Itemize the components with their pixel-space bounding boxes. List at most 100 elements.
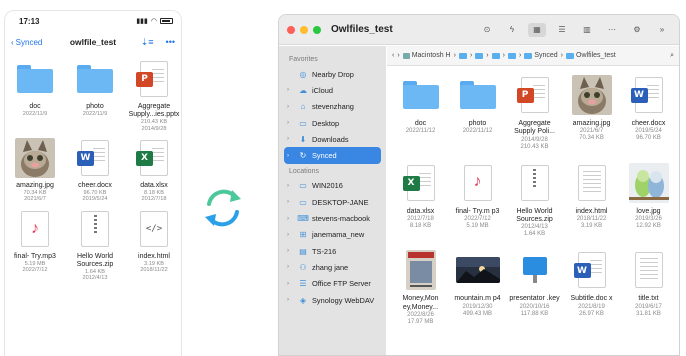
airdrop-icon: ◎ (299, 69, 307, 79)
action-icon[interactable]: ϟ (503, 23, 521, 37)
sidebar-item[interactable]: › ⚇ zhang jane (279, 259, 386, 275)
sidebar-item[interactable]: › ◈ Synology WebDAV (279, 292, 386, 308)
sidebar-item[interactable]: › ▭ DESKTOP-JANE (279, 194, 386, 210)
back-button[interactable]: ‹ Synced (11, 38, 42, 47)
more-options-icon[interactable]: ⋯ (603, 23, 621, 37)
file-item[interactable]: photo 2022/11/9 (65, 59, 125, 132)
file-name: presentator .key (509, 295, 560, 303)
file-item[interactable]: doc 2022/11/9 (5, 59, 65, 132)
sidebar-item[interactable]: › ⌨ stevens-macbook (279, 210, 386, 226)
file-meta: 2012/7/18 (141, 196, 167, 203)
breadcrumb-item[interactable] (475, 52, 484, 59)
account-icon[interactable]: ⊙ (478, 23, 496, 37)
sidebar-item[interactable]: › ⬇ Downloads (279, 131, 386, 147)
list-view-icon[interactable]: ☰ (553, 23, 571, 37)
disclosure-arrow-icon[interactable]: › (287, 87, 294, 93)
file-item[interactable]: title.txt 2019/6/17 31.81 KB (620, 248, 677, 326)
file-name: cheer.docx (631, 120, 666, 127)
file-item[interactable]: Xdata.xlsx 2012/7/18 8.18 KB (392, 161, 449, 239)
file-name: doc (414, 120, 427, 127)
sidebar-item[interactable]: › ▭ Desktop (279, 115, 386, 131)
grid-view-icon[interactable]: ▦ (528, 22, 546, 37)
breadcrumb-item[interactable] (507, 52, 516, 59)
file-meta: 5.19 MB (466, 222, 489, 229)
file-meta: 70.34 KB (579, 135, 604, 142)
disclosure-arrow-icon[interactable]: › (287, 183, 294, 189)
file-item[interactable]: amazing.jpg 70.34 KB 2021/6/7 (5, 137, 65, 203)
expand-icon[interactable]: » (653, 23, 671, 37)
file-item[interactable]: Hello World Sources.zip 1.64 KB 2012/4/13 (65, 209, 125, 282)
minimize-button[interactable] (300, 25, 308, 34)
disclosure-arrow-icon[interactable]: › (287, 104, 294, 110)
back-nav-icon[interactable]: ‹ (392, 52, 394, 59)
file-item[interactable]: Wcheer.docx 96.70 KB 2019/5/24 (65, 138, 125, 203)
disclosure-arrow-icon[interactable]: › (287, 216, 294, 222)
sidebar-item-label: DESKTOP-JANE (312, 197, 369, 207)
file-name: index.html (138, 252, 170, 260)
sidebar-item[interactable]: › ⌂ stevenzhang (279, 99, 386, 115)
disclosure-arrow-icon[interactable]: › (287, 264, 294, 270)
file-meta: 2019/3/26 (635, 215, 662, 222)
sidebar-item[interactable]: › ⊞ janemama_new (279, 227, 386, 243)
sidebar-item[interactable]: ◎ Nearby Drop (279, 66, 386, 82)
file-item[interactable]: amazing.jpg 2021/6/7 70.34 KB (563, 73, 620, 151)
download-icon: ⬇ (299, 134, 307, 144)
breadcrumb-item[interactable] (491, 52, 500, 59)
search-icon[interactable]: ⌕ (670, 52, 674, 60)
column-view-icon[interactable]: ▥ (578, 23, 596, 37)
sidebar-item[interactable]: › ☰ Office FTP Server (279, 276, 386, 292)
forward-nav-icon[interactable]: › (397, 52, 399, 59)
breadcrumb-item[interactable]: Owlfiles_test (566, 52, 616, 59)
sidebar-item[interactable]: › ▤ TS-216 (279, 243, 386, 259)
disclosure-arrow-icon[interactable]: › (287, 232, 294, 238)
disclosure-arrow-icon[interactable]: › (287, 136, 294, 142)
file-item[interactable]: doc 2022/11/12 (392, 73, 449, 151)
file-meta: 2022/11/9 (22, 111, 48, 118)
file-item[interactable]: ♪ final- Try.mp3 5.19 MB 2022/7/12 (5, 209, 65, 282)
file-item[interactable]: </> index.html 3.19 KB 2018/11/22 (125, 209, 181, 282)
file-item[interactable]: P Aggregate Supply...ies.pptx 210.43 KB 201… (125, 59, 181, 132)
disclosure-arrow-icon[interactable]: › (287, 199, 294, 205)
sort-icon[interactable]: ⇣≡ (141, 37, 154, 48)
disclosure-arrow-icon[interactable]: › (287, 153, 294, 159)
music-icon: ♪ (463, 164, 492, 201)
file-item[interactable]: presentator .key 2020/10/16 117.88 KB (506, 248, 563, 326)
folder-icon (402, 81, 439, 109)
disclosure-arrow-icon[interactable]: › (287, 248, 294, 254)
title-bar: Owlfiles_test ⊙ ϟ ▦ ☰ ▥ ⋯ ⚙ » (279, 15, 679, 45)
breadcrumb-item[interactable]: Macintosh H (402, 52, 451, 59)
sidebar-item-label: WIN2016 (312, 181, 343, 191)
zoom-button[interactable] (313, 25, 321, 34)
sidebar-item[interactable]: › ▭ WIN2016 (279, 178, 386, 194)
disclosure-arrow-icon[interactable]: › (287, 297, 294, 303)
breadcrumb-separator-icon: › (486, 52, 489, 59)
sidebar-item[interactable]: › ↻ Synced (284, 147, 381, 164)
file-item[interactable]: Hello World Sources.zip 2012/4/13 1.64 KB (506, 161, 563, 239)
breadcrumb-item[interactable] (458, 52, 467, 59)
close-button[interactable] (287, 25, 295, 34)
file-item[interactable]: W Subtitle.doc x 2021/8/19 26.97 KB (563, 248, 620, 326)
keynote-icon (520, 252, 549, 289)
breadcrumb-item[interactable]: Synced (524, 52, 558, 59)
breadcrumb-label: Owlfiles_test (576, 52, 616, 59)
file-name: Aggregate Supply Poli... (514, 120, 555, 136)
disclosure-arrow-icon[interactable]: › (287, 281, 294, 287)
file-item[interactable]: ♪ final- Try.m p3 2022/7/12 5.19 MB (449, 161, 506, 239)
file-item[interactable]: Money,Mon ey,Money... 2022/8/26 17.97 MB (392, 248, 449, 326)
powerpoint-icon: P (136, 61, 168, 97)
file-meta: 2021/8/19 (578, 303, 605, 310)
file-item[interactable]: Wcheer.docx 2019/5/24 96.70 KB (620, 73, 677, 151)
settings-icon[interactable]: ⚙ (628, 23, 646, 37)
file-item[interactable]: photo 2022/11/12 (449, 73, 506, 151)
file-item[interactable]: Xdata.xlsx 8.18 KB 2012/7/18 (125, 138, 181, 203)
more-icon[interactable]: ••• (166, 37, 175, 48)
sidebar-item[interactable]: › ☁ iCloud (279, 82, 386, 98)
sidebar-item-label: zhang jane (312, 262, 349, 272)
disclosure-arrow-icon[interactable]: › (287, 120, 294, 126)
file-item[interactable]: P Aggregate Supply Poli... 2014/9/28 210.43… (506, 73, 563, 151)
file-meta: 210.43 KB (520, 143, 549, 150)
file-meta: 3.19 KB (580, 222, 603, 229)
file-item[interactable]: love.jpg 2019/3/26 12.92 KB (620, 161, 677, 239)
file-item[interactable]: index.html 2018/11/22 3.19 KB (563, 161, 620, 239)
file-item[interactable]: mountain.m p4 2019/12/30 499.43 MB (449, 248, 506, 326)
